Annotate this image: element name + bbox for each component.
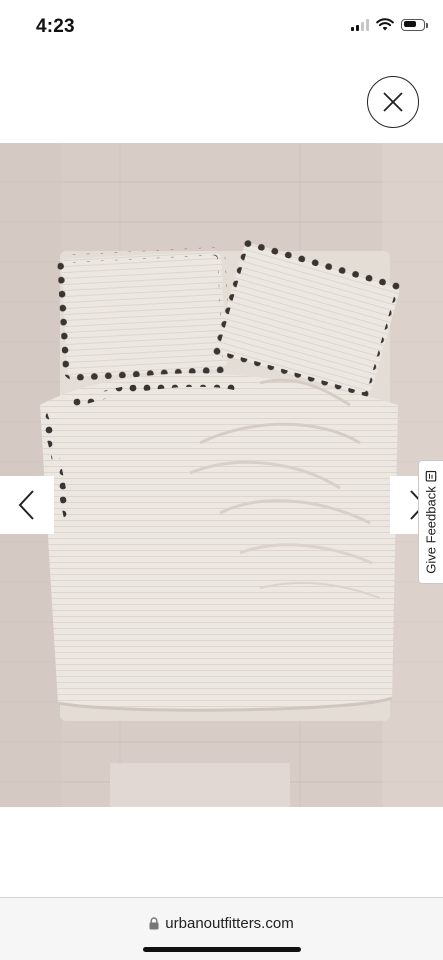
product-image[interactable]: [0, 143, 443, 807]
cellular-signal-icon: [351, 18, 369, 31]
battery-icon: [401, 18, 428, 31]
status-bar: 4:23: [0, 0, 443, 54]
bedding-illustration: [0, 143, 443, 807]
feedback-icon: [425, 470, 437, 482]
status-time: 4:23: [36, 16, 75, 37]
close-icon: [383, 92, 403, 112]
close-button[interactable]: [367, 76, 419, 128]
give-feedback-label: Give Feedback: [423, 486, 439, 574]
give-feedback-button[interactable]: Give Feedback: [418, 460, 443, 584]
lock-icon: [149, 917, 159, 930]
status-icons: [351, 18, 428, 31]
home-indicator[interactable]: [143, 947, 301, 952]
wifi-icon: [376, 18, 394, 31]
url-text: urbanoutfitters.com: [165, 915, 294, 932]
chevron-left-icon: [18, 490, 34, 520]
previous-image-button[interactable]: [0, 476, 54, 534]
